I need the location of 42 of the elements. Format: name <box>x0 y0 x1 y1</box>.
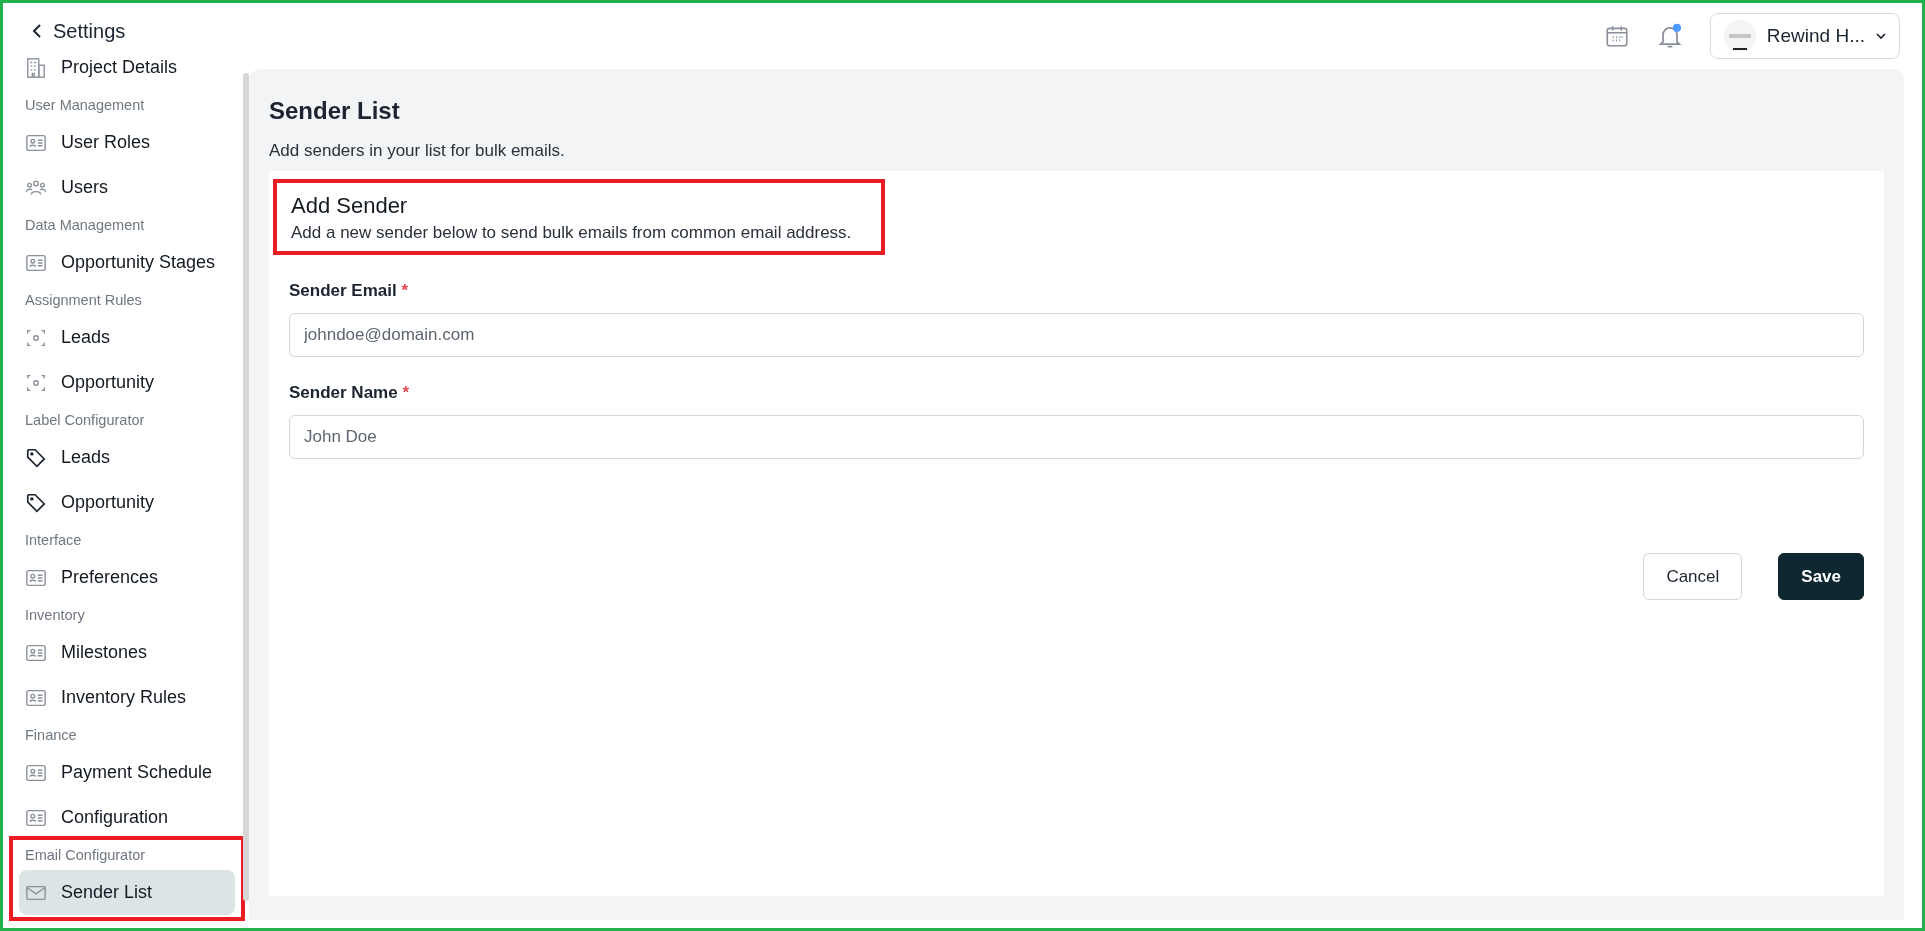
save-button[interactable]: Save <box>1778 553 1864 600</box>
group-heading: Data Management <box>24 216 146 235</box>
sidebar-item[interactable]: Sender List <box>19 870 235 915</box>
sidebar-item[interactable]: Leads <box>19 315 233 360</box>
cancel-button[interactable]: Cancel <box>1643 553 1743 600</box>
group-heading: Inventory <box>24 606 86 625</box>
chevron-down-icon <box>1875 32 1887 40</box>
group-heading: Finance <box>24 726 78 745</box>
input-field[interactable]: johndoe@domain.com <box>289 313 1864 357</box>
tag-icon <box>25 491 47 514</box>
chevron-left-icon <box>31 23 43 39</box>
sidebar-item[interactable]: Project Details <box>19 45 233 90</box>
sidebar-item[interactable]: Configuration <box>19 795 233 840</box>
tag-icon <box>25 446 47 469</box>
form-title: Add Sender <box>291 193 409 219</box>
building-icon <box>25 56 47 79</box>
field-label: Sender Name * <box>289 383 411 403</box>
group-heading: Email Configurator <box>24 846 147 865</box>
sidebar-item[interactable]: Opportunity <box>19 480 233 525</box>
sidebar-item[interactable]: Opportunity <box>19 360 233 405</box>
sidebar-item[interactable]: Users <box>19 165 233 210</box>
sidebar-item[interactable]: Payment Schedule <box>19 750 233 795</box>
sidebar-item[interactable]: Inventory Rules <box>19 675 233 720</box>
logo-icon <box>1722 19 1757 53</box>
group-heading: Assignment Rules <box>24 291 143 310</box>
calendar-icon[interactable] <box>1603 23 1630 49</box>
account-button[interactable]: Rewind H... <box>1709 13 1900 59</box>
page-subtitle: Add senders in your list for bulk emails. <box>269 141 566 162</box>
form-description: Add a new sender below to send bulk emails from common email address. <box>291 223 852 243</box>
sidebar-item[interactable]: Opportunity Stages <box>19 240 233 285</box>
input-field[interactable]: John Doe <box>289 415 1864 459</box>
sidebar-item[interactable]: Milestones <box>19 630 233 675</box>
group-heading: Interface <box>24 531 83 550</box>
group-heading: User Management <box>24 96 146 115</box>
field-label: Sender Email * <box>289 281 410 301</box>
sidebar-item[interactable]: Leads <box>19 435 233 480</box>
sidebar-item[interactable]: User Roles <box>19 120 233 165</box>
page-title: Sender List <box>269 96 401 126</box>
scrollbar[interactable] <box>243 73 249 901</box>
sidebar-item[interactable]: Preferences <box>19 555 233 600</box>
back-button[interactable]: Settings <box>19 17 249 45</box>
group-heading: Label Configurator <box>24 411 146 430</box>
